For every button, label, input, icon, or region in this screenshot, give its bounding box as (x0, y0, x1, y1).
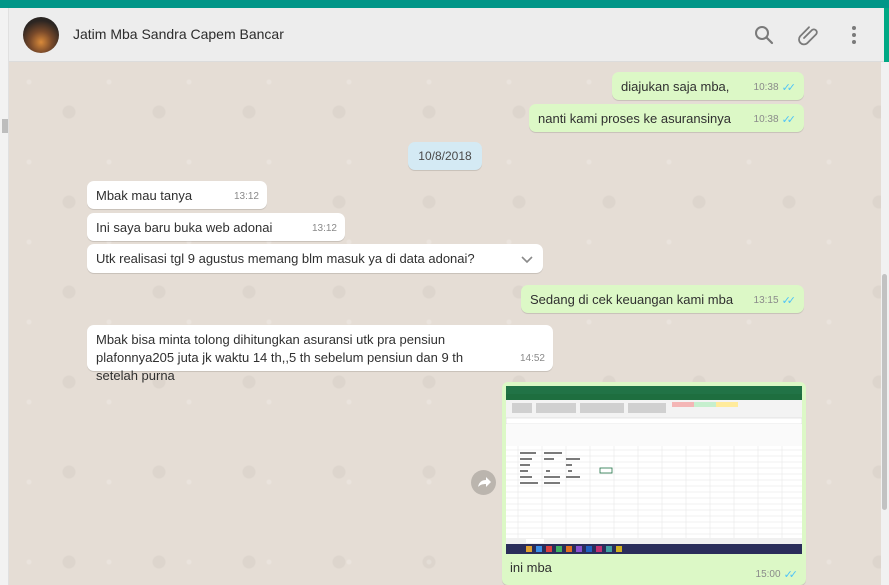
message-text: Mbak bisa minta tolong dihitungkan asura… (96, 332, 464, 383)
message-bubble-outgoing[interactable]: nanti kami proses ke asuransinya 10:38 ✓✓ (529, 104, 804, 132)
message-text: Ini saya baru buka web adonai (96, 220, 273, 235)
message-time: 10:38 (753, 82, 779, 93)
message-text: Sedang di cek keuangan kami mba (530, 292, 734, 307)
message-time: 10:38 (753, 114, 779, 125)
forward-icon (478, 477, 491, 487)
message-bubble-incoming[interactable]: Ini saya baru buka web adonai 13:12 (87, 213, 345, 241)
chat-header: Jatim Mba Sandra Capem Bancar (9, 8, 889, 62)
date-separator: 10/8/2018 (408, 142, 482, 170)
message-bubble-outgoing[interactable]: diajukan saja mba, 10:38 ✓✓ (612, 72, 804, 100)
read-ticks-icon: ✓✓ (781, 295, 797, 307)
scrollbar-thumb[interactable] (882, 274, 887, 510)
message-bubble-incoming[interactable]: Mbak mau tanya 13:12 (87, 181, 267, 209)
search-icon[interactable] (752, 23, 776, 47)
spreadsheet-screenshot-image[interactable] (506, 386, 802, 554)
image-message-bubble[interactable]: ini mba 15:00 ✓✓ (502, 382, 806, 585)
message-time: 15:00 (755, 569, 781, 580)
message-text: diajukan saja mba, (621, 79, 730, 94)
message-time: 13:15 (753, 295, 779, 306)
chat-area[interactable]: diajukan saja mba, 10:38 ✓✓ nanti kami pr… (9, 62, 881, 585)
message-time: 13:12 (233, 191, 259, 202)
paperclip-icon[interactable] (797, 23, 821, 47)
message-time: 13:12 (311, 223, 337, 234)
message-bubble-incoming[interactable]: Utk realisasi tgl 9 agustus memang blm m… (87, 244, 543, 273)
message-bubble-outgoing[interactable]: Sedang di cek keuangan kami mba 13:15 ✓✓ (521, 285, 804, 313)
contact-name[interactable]: Jatim Mba Sandra Capem Bancar (73, 26, 284, 42)
forward-button[interactable] (471, 470, 496, 495)
contact-avatar[interactable] (23, 17, 59, 53)
message-text: nanti kami proses ke asuransinya (538, 111, 731, 126)
message-text: Utk realisasi tgl 9 agustus memang blm m… (96, 251, 475, 266)
left-panel-edge (0, 8, 9, 585)
menu-icon[interactable] (842, 23, 866, 47)
message-text: Mbak mau tanya (96, 188, 193, 203)
app-top-accent-bar (0, 0, 889, 8)
read-ticks-icon: ✓✓ (783, 569, 799, 581)
chat-scrollbar[interactable] (881, 62, 889, 585)
read-ticks-icon: ✓✓ (781, 114, 797, 126)
left-panel-marker (2, 119, 8, 133)
message-bubble-incoming[interactable]: Mbak bisa minta tolong dihitungkan asura… (87, 325, 553, 383)
read-ticks-icon: ✓✓ (781, 82, 797, 94)
chevron-down-icon[interactable] (519, 251, 535, 267)
image-caption: ini mba (510, 560, 552, 575)
message-time: 14:52 (519, 353, 545, 364)
